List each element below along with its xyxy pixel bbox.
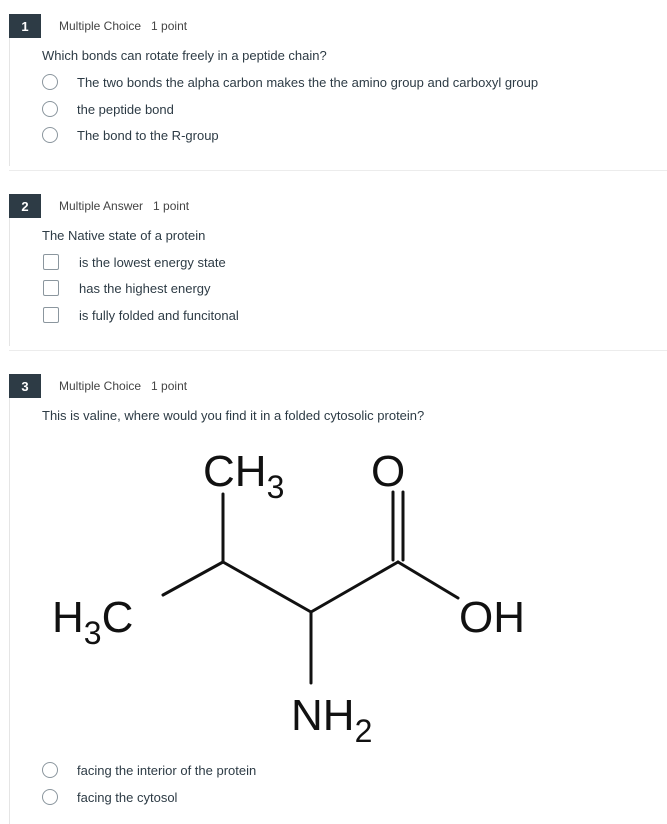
radio-button[interactable] [42,101,58,117]
h3c-label: H3C [52,593,133,651]
option-label: facing the interior of the protein [77,762,257,778]
bond-c-alpha [221,560,313,614]
question-1-meta: Multiple Choice 1 point [59,19,187,33]
question-3-type: Multiple Choice [59,379,142,393]
question-3-meta: Multiple Choice 1 point [59,379,187,393]
question-1-option-1[interactable]: The two bonds the alpha carbon makes the… [42,71,538,93]
valine-structure-image: CH3 O H3C OH NH2 [52,447,525,749]
radio-button[interactable] [42,762,58,778]
option-label: the peptide bond [77,101,174,117]
o-label: O [371,447,405,496]
question-1-number: 1 [9,14,41,38]
radio-button[interactable] [42,127,58,143]
bond-h3c [161,560,225,597]
question-3-option-2[interactable]: facing the cytosol [42,786,177,808]
question-3-points: 1 point [151,379,188,393]
ch3-label: CH3 [203,447,284,505]
question-divider [9,170,667,171]
option-label: The bond to the R-group [77,127,219,143]
radio-button[interactable] [42,789,58,805]
question-2-meta: Multiple Answer 1 point [59,199,189,213]
question-2-number: 2 [9,194,41,218]
question-2-type: Multiple Answer [59,199,144,213]
oh-label: OH [459,593,525,642]
checkbox[interactable] [43,280,59,296]
checkbox[interactable] [43,254,59,270]
question-1-option-2[interactable]: the peptide bond [42,98,174,120]
option-label: is the lowest energy state [79,254,226,270]
question-2-rule [9,218,10,346]
question-1-points: 1 point [151,19,188,33]
question-1-option-3[interactable]: The bond to the R-group [42,124,219,146]
question-2-text: The Native state of a protein [42,228,206,243]
question-1-rule [9,38,10,166]
question-3-option-1[interactable]: facing the interior of the protein [42,759,256,781]
question-2-option-1[interactable]: is the lowest energy state [42,251,226,273]
question-3-text: This is valine, where would you find it … [42,408,425,423]
bond-c-carbonyl [309,560,400,614]
question-1-type: Multiple Choice [59,19,142,33]
option-label: facing the cytosol [77,789,178,805]
question-3-number: 3 [9,374,41,398]
question-1-text: Which bonds can rotate freely in a pepti… [42,48,327,63]
option-label: The two bonds the alpha carbon makes the… [77,74,539,90]
bond-c-oh [396,560,460,600]
question-divider [9,350,667,351]
option-label: is fully folded and funcitonal [79,307,239,323]
checkbox[interactable] [43,307,59,323]
question-2-option-3[interactable]: is fully folded and funcitonal [42,304,239,326]
question-2-points: 1 point [153,199,190,213]
question-2-option-2[interactable]: has the highest energy [42,277,211,299]
option-label: has the highest energy [79,280,211,296]
nh2-label: NH2 [291,691,372,749]
radio-button[interactable] [42,74,58,90]
